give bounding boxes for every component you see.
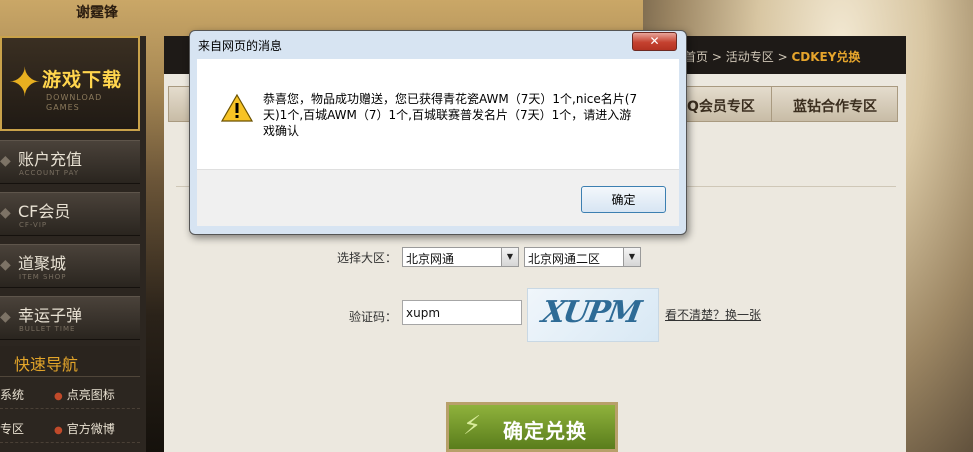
ok-button[interactable]: 确定 [581, 186, 666, 213]
breadcrumb-separator: > [711, 50, 722, 64]
region-label: 选择大区： [337, 251, 398, 265]
server-select[interactable]: 北京网通二区 ▼ [524, 247, 641, 267]
region-select[interactable]: 北京网通 ▼ [402, 247, 519, 267]
sidebar-item-label: CF会员 [18, 202, 71, 221]
quick-link-system[interactable]: 系统 [0, 386, 24, 403]
tab-q-vip[interactable]: Q会员专区 [687, 96, 755, 116]
breadcrumb-current: CDKEY兑换 [791, 50, 861, 64]
dialog-footer: 确定 [197, 169, 679, 226]
quick-link-weibo[interactable]: ● 官方微博 [54, 420, 115, 437]
chevron-down-icon: ▼ [501, 248, 518, 266]
list-item: 专区 ● 官方微博 [0, 412, 140, 443]
redeem-button[interactable]: ⚡ 确定兑换 [446, 402, 618, 452]
refresh-captcha-link[interactable]: 看不清楚？换一张 [665, 306, 761, 323]
dialog-message: 恭喜您，物品成功赠送，您已获得青花瓷AWM（7天）1个,nice名片(7天)1个… [263, 92, 638, 138]
quick-link-light-icons[interactable]: ● 点亮图标 [54, 386, 115, 403]
bullet-icon: ● [54, 425, 63, 436]
sidebar-item-label: 幸运子弹 [18, 306, 83, 325]
menu-icon: ◆ [0, 257, 11, 273]
breadcrumb-separator: > [777, 50, 788, 64]
sidebar-item-label: 账户充值 [18, 150, 83, 169]
bullet-icon: ● [54, 391, 63, 402]
lightning-icon: ⚡ [463, 411, 482, 441]
dialog-title: 来自网页的消息 [198, 39, 283, 53]
sidebar-item-sublabel: ACCOUNT PAY [19, 169, 80, 177]
captcha-input[interactable] [402, 300, 522, 325]
tab-blue-diamond[interactable]: 蓝钻合作专区 [793, 96, 877, 116]
sidebar-item-sublabel: ITEM SHOP [19, 273, 67, 281]
download-subtitle: DOWNLOAD GAMES [46, 93, 103, 112]
alert-dialog: 来自网页的消息 ✕ 恭喜您，物品成功赠送，您已获得青花瓷AWM（7天）1个,ni… [189, 30, 687, 235]
menu-icon: ◆ [0, 205, 11, 221]
menu-icon: ◆ [0, 153, 11, 169]
chevron-down-icon: ▼ [623, 248, 640, 266]
tab-divider [771, 87, 772, 121]
quick-nav-title: 快速导航 [14, 355, 79, 374]
sidebar-item-account-pay[interactable]: ◆ 账户充值 ACCOUNT PAY [0, 140, 140, 184]
list-item: 系统 ● 点亮图标 [0, 378, 140, 409]
warning-icon [221, 93, 253, 122]
sidebar-item-sublabel: CF-VIP [19, 221, 48, 229]
quick-link-zone[interactable]: 专区 [0, 420, 24, 437]
captcha-label: 验证码： [349, 310, 398, 324]
header-title: 谢霆锋 [76, 5, 118, 21]
sidebar-item-sublabel: BULLET TIME [19, 325, 76, 333]
breadcrumb-home[interactable]: 首页 [684, 50, 708, 64]
sidebar: ✦ 游戏下载 DOWNLOAD GAMES ◆ 账户充值 ACCOUNT PAY… [0, 36, 146, 452]
sidebar-item-cf-vip[interactable]: ◆ CF会员 CF-VIP [0, 192, 140, 236]
close-icon: ✕ [649, 34, 660, 48]
menu-icon: ◆ [0, 309, 11, 325]
quick-nav-header: 快速导航 [0, 346, 140, 377]
sidebar-item-label: 道聚城 [18, 254, 67, 273]
sidebar-item-bullet-time[interactable]: ◆ 幸运子弹 BULLET TIME [0, 296, 140, 340]
sidebar-item-item-shop[interactable]: ◆ 道聚城 ITEM SHOP [0, 244, 140, 288]
dialog-body: 恭喜您，物品成功赠送，您已获得青花瓷AWM（7天）1个,nice名片(7天)1个… [197, 59, 679, 169]
download-game-button[interactable]: ✦ 游戏下载 DOWNLOAD GAMES [0, 36, 140, 131]
download-title: 游戏下载 [42, 69, 123, 91]
breadcrumb: 首页 > 活动专区 > CDKEY兑换 [684, 48, 860, 65]
close-button[interactable]: ✕ [632, 32, 677, 51]
captcha-image[interactable]: XUPM [527, 288, 659, 342]
breadcrumb-section[interactable]: 活动专区 [726, 50, 774, 64]
